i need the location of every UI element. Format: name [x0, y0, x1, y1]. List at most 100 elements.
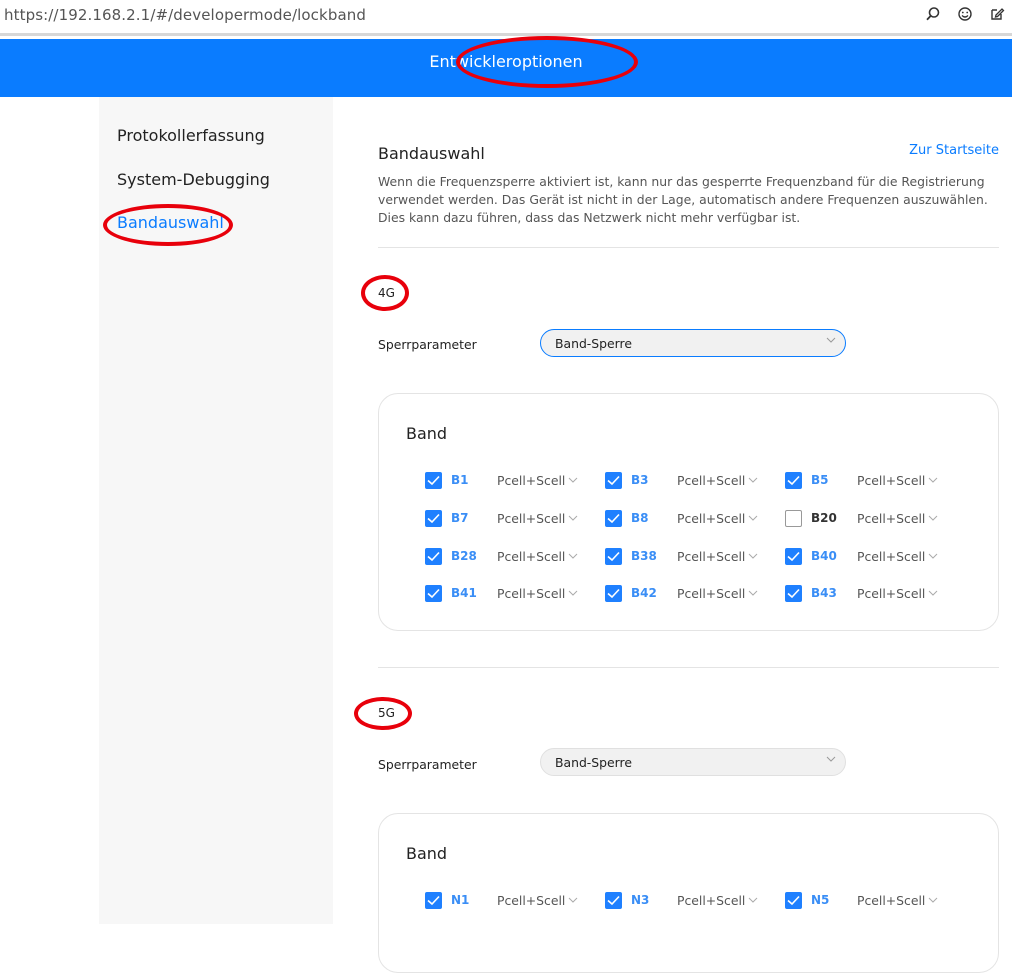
- band-option-n5: N5 Pcell+Scell: [785, 890, 955, 910]
- chevron-down-icon[interactable]: [928, 589, 938, 597]
- chevron-down-icon[interactable]: [928, 476, 938, 484]
- band-option-b28: B28 Pcell+Scell: [425, 546, 595, 566]
- band-mode-select[interactable]: Pcell+Scell: [677, 473, 745, 488]
- band-name: B8: [631, 511, 649, 525]
- band-name: N5: [811, 893, 830, 907]
- lock-param-select-5g[interactable]: Band-Sperre: [540, 748, 846, 776]
- check-icon: [607, 551, 620, 562]
- band-checkbox-n3[interactable]: [605, 892, 622, 909]
- chevron-down-icon[interactable]: [568, 589, 578, 597]
- band-name: B7: [451, 511, 469, 525]
- band-name: B41: [451, 586, 477, 600]
- band-checkbox-n1[interactable]: [425, 892, 442, 909]
- home-link[interactable]: Zur Startseite: [909, 143, 999, 158]
- band-mode-select[interactable]: Pcell+Scell: [497, 549, 565, 564]
- chevron-down-icon[interactable]: [748, 476, 758, 484]
- band-checkbox-b5[interactable]: [785, 472, 802, 489]
- check-icon: [787, 895, 800, 906]
- band-option-b7: B7 Pcell+Scell: [425, 508, 595, 528]
- band-option-b42: B42 Pcell+Scell: [605, 583, 775, 603]
- sidebar-item-bandauswahl[interactable]: Bandauswahl: [117, 213, 224, 232]
- section-tag-4g: 4G: [378, 286, 395, 300]
- band-mode-select[interactable]: Pcell+Scell: [497, 586, 565, 601]
- band-mode-select[interactable]: Pcell+Scell: [677, 549, 745, 564]
- emoji-icon[interactable]: [956, 6, 974, 24]
- band-card-4g: Band B1 Pcell+Scell B3 Pcell+Scell B5 Pcell+S…: [378, 393, 999, 631]
- band-option-b1: B1 Pcell+Scell: [425, 470, 595, 490]
- url-text[interactable]: https://192.168.2.1/#/developermode/lock…: [4, 6, 366, 24]
- chevron-down-icon[interactable]: [928, 552, 938, 560]
- band-mode-select[interactable]: Pcell+Scell: [677, 511, 745, 526]
- chevron-down-icon[interactable]: [568, 552, 578, 560]
- chevron-down-icon: [826, 337, 836, 343]
- check-icon: [787, 551, 800, 562]
- band-checkbox-b43[interactable]: [785, 585, 802, 602]
- check-icon: [427, 551, 440, 562]
- band-option-b5: B5 Pcell+Scell: [785, 470, 955, 490]
- band-name: B42: [631, 586, 657, 600]
- chevron-down-icon[interactable]: [748, 896, 758, 904]
- band-mode-select[interactable]: Pcell+Scell: [677, 893, 745, 908]
- band-checkbox-b7[interactable]: [425, 510, 442, 527]
- lock-param-label-5g: Sperrparameter: [378, 757, 477, 772]
- chevron-down-icon[interactable]: [568, 514, 578, 522]
- check-icon: [607, 513, 620, 524]
- band-name: B40: [811, 549, 837, 563]
- browser-url-bar[interactable]: https://192.168.2.1/#/developermode/lock…: [0, 0, 1012, 36]
- band-name: B1: [451, 473, 469, 487]
- band-option-b38: B38 Pcell+Scell: [605, 546, 775, 566]
- band-mode-select[interactable]: Pcell+Scell: [677, 586, 745, 601]
- band-option-n1: N1 Pcell+Scell: [425, 890, 595, 910]
- chevron-down-icon[interactable]: [748, 589, 758, 597]
- chevron-down-icon[interactable]: [748, 514, 758, 522]
- band-mode-select[interactable]: Pcell+Scell: [857, 511, 925, 526]
- band-checkbox-b28[interactable]: [425, 548, 442, 565]
- band-checkbox-b40[interactable]: [785, 548, 802, 565]
- band-checkbox-b20[interactable]: [785, 510, 802, 527]
- divider: [378, 667, 999, 668]
- chevron-down-icon[interactable]: [928, 514, 938, 522]
- band-mode-select[interactable]: Pcell+Scell: [857, 586, 925, 601]
- edit-icon[interactable]: [988, 6, 1006, 24]
- header-title: Entwickleroptionen: [429, 52, 583, 71]
- band-name: B43: [811, 586, 837, 600]
- lock-param-label-4g: Sperrparameter: [378, 337, 477, 352]
- band-option-b20: B20 Pcell+Scell: [785, 508, 955, 528]
- lock-param-value-4g: Band-Sperre: [555, 336, 632, 351]
- chevron-down-icon[interactable]: [748, 552, 758, 560]
- band-name: B3: [631, 473, 649, 487]
- band-mode-select[interactable]: Pcell+Scell: [857, 893, 925, 908]
- band-mode-select[interactable]: Pcell+Scell: [497, 511, 565, 526]
- band-option-b8: B8 Pcell+Scell: [605, 508, 775, 528]
- sidebar-item-system-debugging[interactable]: System-Debugging: [117, 170, 270, 189]
- band-mode-select[interactable]: Pcell+Scell: [857, 549, 925, 564]
- band-name: B28: [451, 549, 477, 563]
- band-checkbox-b3[interactable]: [605, 472, 622, 489]
- check-icon: [787, 475, 800, 486]
- chevron-down-icon[interactable]: [568, 476, 578, 484]
- band-mode-select[interactable]: Pcell+Scell: [497, 893, 565, 908]
- band-checkbox-b42[interactable]: [605, 585, 622, 602]
- band-name: B20: [811, 511, 837, 525]
- band-option-b43: B43 Pcell+Scell: [785, 583, 955, 603]
- check-icon: [427, 513, 440, 524]
- chevron-down-icon[interactable]: [568, 896, 578, 904]
- band-checkbox-b38[interactable]: [605, 548, 622, 565]
- band-checkbox-b8[interactable]: [605, 510, 622, 527]
- band-checkbox-n5[interactable]: [785, 892, 802, 909]
- check-icon: [427, 588, 440, 599]
- band-checkbox-b41[interactable]: [425, 585, 442, 602]
- band-mode-select[interactable]: Pcell+Scell: [857, 473, 925, 488]
- lock-param-select-4g[interactable]: Band-Sperre: [540, 329, 846, 357]
- band-card-title-4g: Band: [406, 424, 448, 443]
- band-mode-select[interactable]: Pcell+Scell: [497, 473, 565, 488]
- section-tag-5g: 5G: [378, 706, 395, 720]
- chevron-down-icon[interactable]: [928, 896, 938, 904]
- check-icon: [607, 475, 620, 486]
- search-icon[interactable]: [924, 6, 942, 24]
- page-title: Bandauswahl: [378, 144, 485, 163]
- band-checkbox-b1[interactable]: [425, 472, 442, 489]
- check-icon: [787, 588, 800, 599]
- sidebar-item-protokollerfassung[interactable]: Protokollerfassung: [117, 126, 265, 145]
- band-name: B38: [631, 549, 657, 563]
